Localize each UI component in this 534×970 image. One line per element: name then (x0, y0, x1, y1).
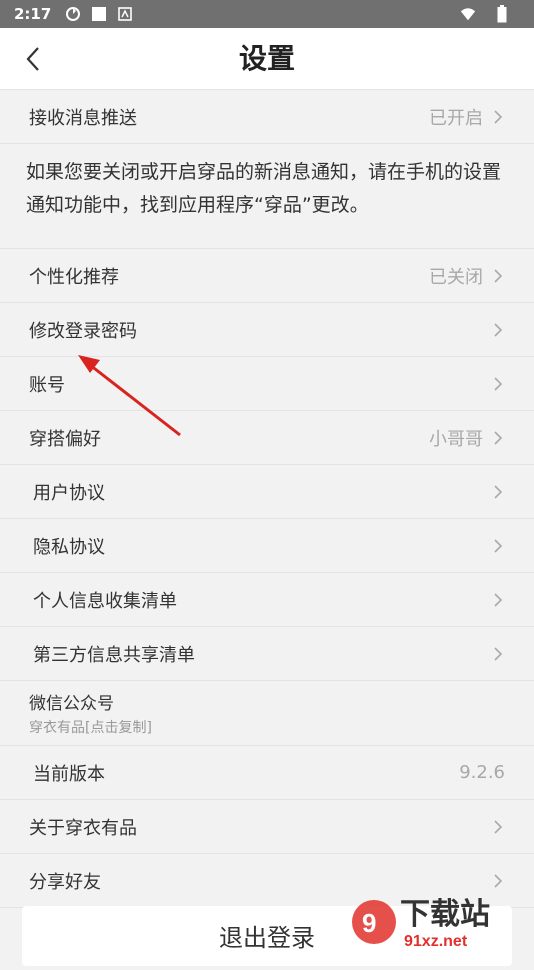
setting-style-preference[interactable]: 穿搭偏好 小哥哥 (0, 411, 534, 465)
chevron-right-icon (491, 483, 505, 501)
chevron-right-icon (491, 591, 505, 609)
logout-button[interactable]: 退出登录 (22, 906, 512, 970)
setting-about[interactable]: 关于穿衣有品 (0, 800, 534, 854)
setting-label: 关于穿衣有品 (29, 817, 137, 839)
setting-label: 微信公众号 (29, 694, 114, 714)
setting-label: 修改登录密码 (29, 320, 137, 342)
chevron-right-icon (491, 537, 505, 555)
chevron-right-icon (491, 429, 505, 447)
setting-label: 当前版本 (33, 763, 105, 785)
setting-push-notifications[interactable]: 接收消息推送 已开启 (0, 90, 534, 144)
setting-value: 小哥哥 (429, 428, 483, 450)
setting-value: 已关闭 (429, 266, 483, 288)
setting-value: 已开启 (429, 107, 483, 129)
chevron-right-icon (491, 267, 505, 285)
chevron-right-icon (491, 645, 505, 663)
setting-change-password[interactable]: 修改登录密码 (0, 303, 534, 357)
square-icon (91, 6, 107, 22)
status-time: 2:17 (14, 5, 52, 23)
copy-wechat-link[interactable]: 穿衣有品[点击复制] (29, 717, 152, 737)
setting-label: 账号 (29, 374, 65, 396)
chevron-right-icon (491, 818, 505, 836)
setting-label: 个人信息收集清单 (33, 590, 177, 612)
setting-third-party-sharing-list[interactable]: 第三方信息共享清单 (0, 627, 534, 681)
setting-wechat-official-account[interactable]: 微信公众号 穿衣有品[点击复制] (0, 681, 534, 746)
setting-label: 接收消息推送 (29, 107, 137, 129)
setting-account[interactable]: 账号 (0, 357, 534, 411)
setting-label: 穿搭偏好 (29, 428, 101, 450)
setting-current-version: 当前版本 9.2.6 (0, 746, 534, 800)
setting-personal-info-list[interactable]: 个人信息收集清单 (0, 573, 534, 627)
status-bar: 2:17 (0, 0, 534, 28)
chevron-right-icon (491, 375, 505, 393)
setting-label: 隐私协议 (33, 536, 105, 558)
settings-list: 接收消息推送 已开启 如果您要关闭或开启穿品的新消息通知，请在手机的设置 通知功… (0, 90, 534, 908)
setting-privacy-agreement[interactable]: 隐私协议 (0, 519, 534, 573)
battery-icon (494, 5, 510, 23)
sync-icon (65, 6, 81, 22)
logout-container: 退出登录 (22, 906, 512, 966)
app-notification-icon (117, 6, 133, 22)
setting-label: 第三方信息共享清单 (33, 644, 195, 666)
notification-notice: 如果您要关闭或开启穿品的新消息通知，请在手机的设置 通知功能中，找到应用程序“穿… (0, 144, 534, 249)
setting-personalized-recommend[interactable]: 个性化推荐 已关闭 (0, 249, 534, 303)
setting-label: 个性化推荐 (29, 266, 119, 288)
chevron-right-icon (491, 321, 505, 339)
version-value: 9.2.6 (459, 762, 505, 783)
setting-user-agreement[interactable]: 用户协议 (0, 465, 534, 519)
setting-label: 分享好友 (29, 871, 101, 893)
nav-bar: 设置 (0, 28, 534, 90)
chevron-right-icon (491, 872, 505, 890)
wifi-icon (460, 6, 476, 22)
page-title: 设置 (238, 42, 295, 75)
chevron-right-icon (491, 108, 505, 126)
setting-label: 用户协议 (33, 482, 105, 504)
setting-share-friends[interactable]: 分享好友 (0, 854, 534, 908)
